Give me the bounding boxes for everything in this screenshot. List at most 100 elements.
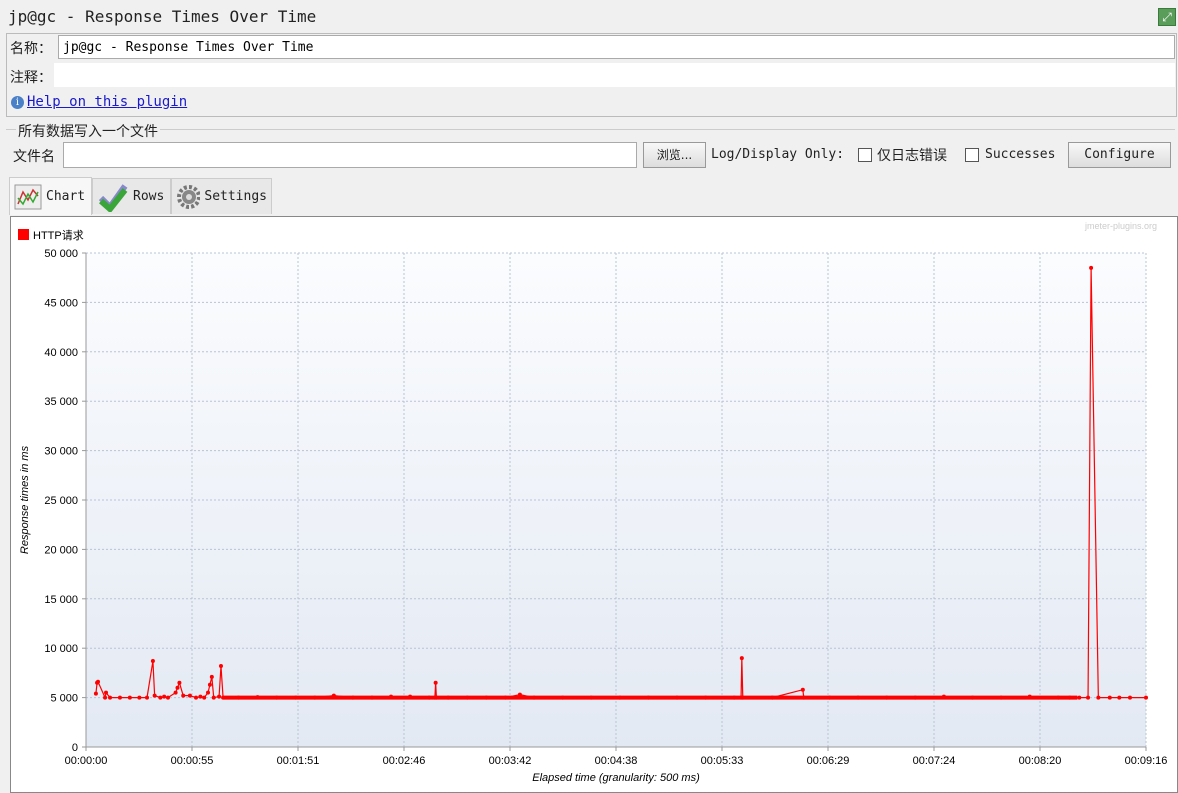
- x-tick-label: 00:02:46: [383, 755, 426, 767]
- data-point: [532, 695, 537, 700]
- filename-label: 文件名: [13, 149, 55, 165]
- y-tick-label: 15 000: [44, 594, 78, 606]
- y-tick-label: 5 000: [50, 693, 78, 705]
- x-tick-label: 00:00:00: [65, 755, 108, 767]
- tab-rows[interactable]: Rows: [92, 178, 171, 214]
- data-point: [433, 680, 438, 685]
- configure-button[interactable]: Configure: [1068, 142, 1171, 168]
- data-point: [108, 695, 113, 700]
- data-point: [187, 693, 192, 698]
- tab-rows-label: Rows: [133, 189, 165, 204]
- tab-settings[interactable]: Settings: [171, 178, 272, 214]
- data-point: [173, 690, 178, 695]
- data-point: [211, 695, 216, 700]
- data-point: [770, 695, 775, 700]
- data-point: [194, 695, 199, 700]
- data-point: [158, 695, 163, 700]
- data-point: [913, 695, 918, 700]
- data-point: [165, 695, 170, 700]
- data-point: [1144, 695, 1148, 700]
- data-point: [1107, 695, 1112, 700]
- data-point: [1077, 695, 1082, 700]
- y-tick-label: 25 000: [44, 495, 78, 507]
- comment-input[interactable]: [54, 63, 1175, 87]
- file-section-title: 所有数据写入一个文件: [16, 121, 160, 141]
- errors-only-checkbox[interactable]: [858, 148, 872, 162]
- name-label: 名称：: [10, 41, 52, 57]
- data-point: [427, 695, 432, 700]
- data-point: [181, 693, 186, 698]
- info-icon: i: [11, 96, 24, 109]
- data-point: [1027, 694, 1032, 699]
- x-tick-label: 00:01:51: [277, 755, 320, 767]
- browse-button[interactable]: 浏览...: [643, 142, 706, 168]
- tab-chart-label: Chart: [46, 189, 86, 204]
- y-tick-label: 35 000: [44, 396, 78, 408]
- name-input[interactable]: [58, 35, 1175, 59]
- successes-checkbox[interactable]: [965, 148, 979, 162]
- data-point: [675, 695, 680, 700]
- data-point: [408, 694, 413, 699]
- data-point: [209, 674, 214, 679]
- data-point: [93, 691, 98, 696]
- data-point: [1056, 695, 1061, 700]
- x-tick-label: 00:06:29: [807, 755, 850, 767]
- data-point: [255, 695, 260, 700]
- checkmark-icon: [98, 183, 128, 212]
- data-point: [517, 692, 522, 697]
- data-point: [941, 694, 946, 699]
- filename-input[interactable]: [63, 142, 637, 168]
- log-display-label: Log/Display Only:: [711, 147, 845, 162]
- data-point: [137, 695, 142, 700]
- data-point: [177, 680, 182, 685]
- y-tick-label: 0: [72, 742, 78, 754]
- data-point: [350, 695, 355, 700]
- data-point: [1117, 695, 1122, 700]
- data-point: [434, 695, 439, 700]
- help-link[interactable]: Help on this plugin: [27, 94, 187, 110]
- data-point: [1086, 695, 1091, 700]
- y-tick-label: 10 000: [44, 643, 78, 655]
- y-tick-label: 45 000: [44, 297, 78, 309]
- data-point: [369, 695, 374, 700]
- y-tick-label: 20 000: [44, 544, 78, 556]
- x-tick-label: 00:07:24: [913, 755, 956, 767]
- data-point: [465, 695, 470, 700]
- data-point: [1127, 695, 1132, 700]
- data-point: [145, 695, 150, 700]
- comment-label: 注释：: [10, 70, 52, 86]
- data-point: [740, 695, 745, 700]
- legend-swatch: [18, 229, 29, 240]
- y-tick-label: 50 000: [44, 248, 78, 260]
- data-point: [162, 694, 167, 699]
- data-point: [293, 695, 298, 700]
- data-point: [236, 695, 241, 700]
- data-point: [312, 695, 317, 700]
- data-point: [856, 695, 861, 700]
- expand-icon[interactable]: ⤢: [1158, 8, 1176, 26]
- data-point: [218, 663, 223, 668]
- data-point: [1067, 695, 1072, 700]
- x-tick-label: 00:09:16: [1125, 755, 1168, 767]
- x-tick-label: 00:08:20: [1019, 755, 1062, 767]
- data-point: [999, 695, 1004, 700]
- errors-only-label: 仅日志错误: [877, 148, 947, 164]
- window-title: jp@gc - Response Times Over Time: [8, 7, 317, 26]
- data-point: [274, 695, 279, 700]
- y-tick-label: 40 000: [44, 347, 78, 359]
- data-point: [970, 695, 975, 700]
- x-tick-label: 00:03:42: [489, 755, 532, 767]
- data-point: [207, 682, 212, 687]
- data-point: [127, 695, 132, 700]
- x-tick-label: 00:05:33: [701, 755, 744, 767]
- data-point: [703, 695, 708, 700]
- tab-chart[interactable]: Chart: [9, 177, 92, 215]
- data-point: [884, 695, 889, 700]
- data-point: [103, 695, 108, 700]
- data-point: [175, 685, 180, 690]
- data-point: [389, 694, 394, 699]
- gear-icon: [177, 184, 201, 209]
- data-point: [117, 695, 122, 700]
- y-tick-label: 30 000: [44, 446, 78, 458]
- data-point: [732, 695, 737, 700]
